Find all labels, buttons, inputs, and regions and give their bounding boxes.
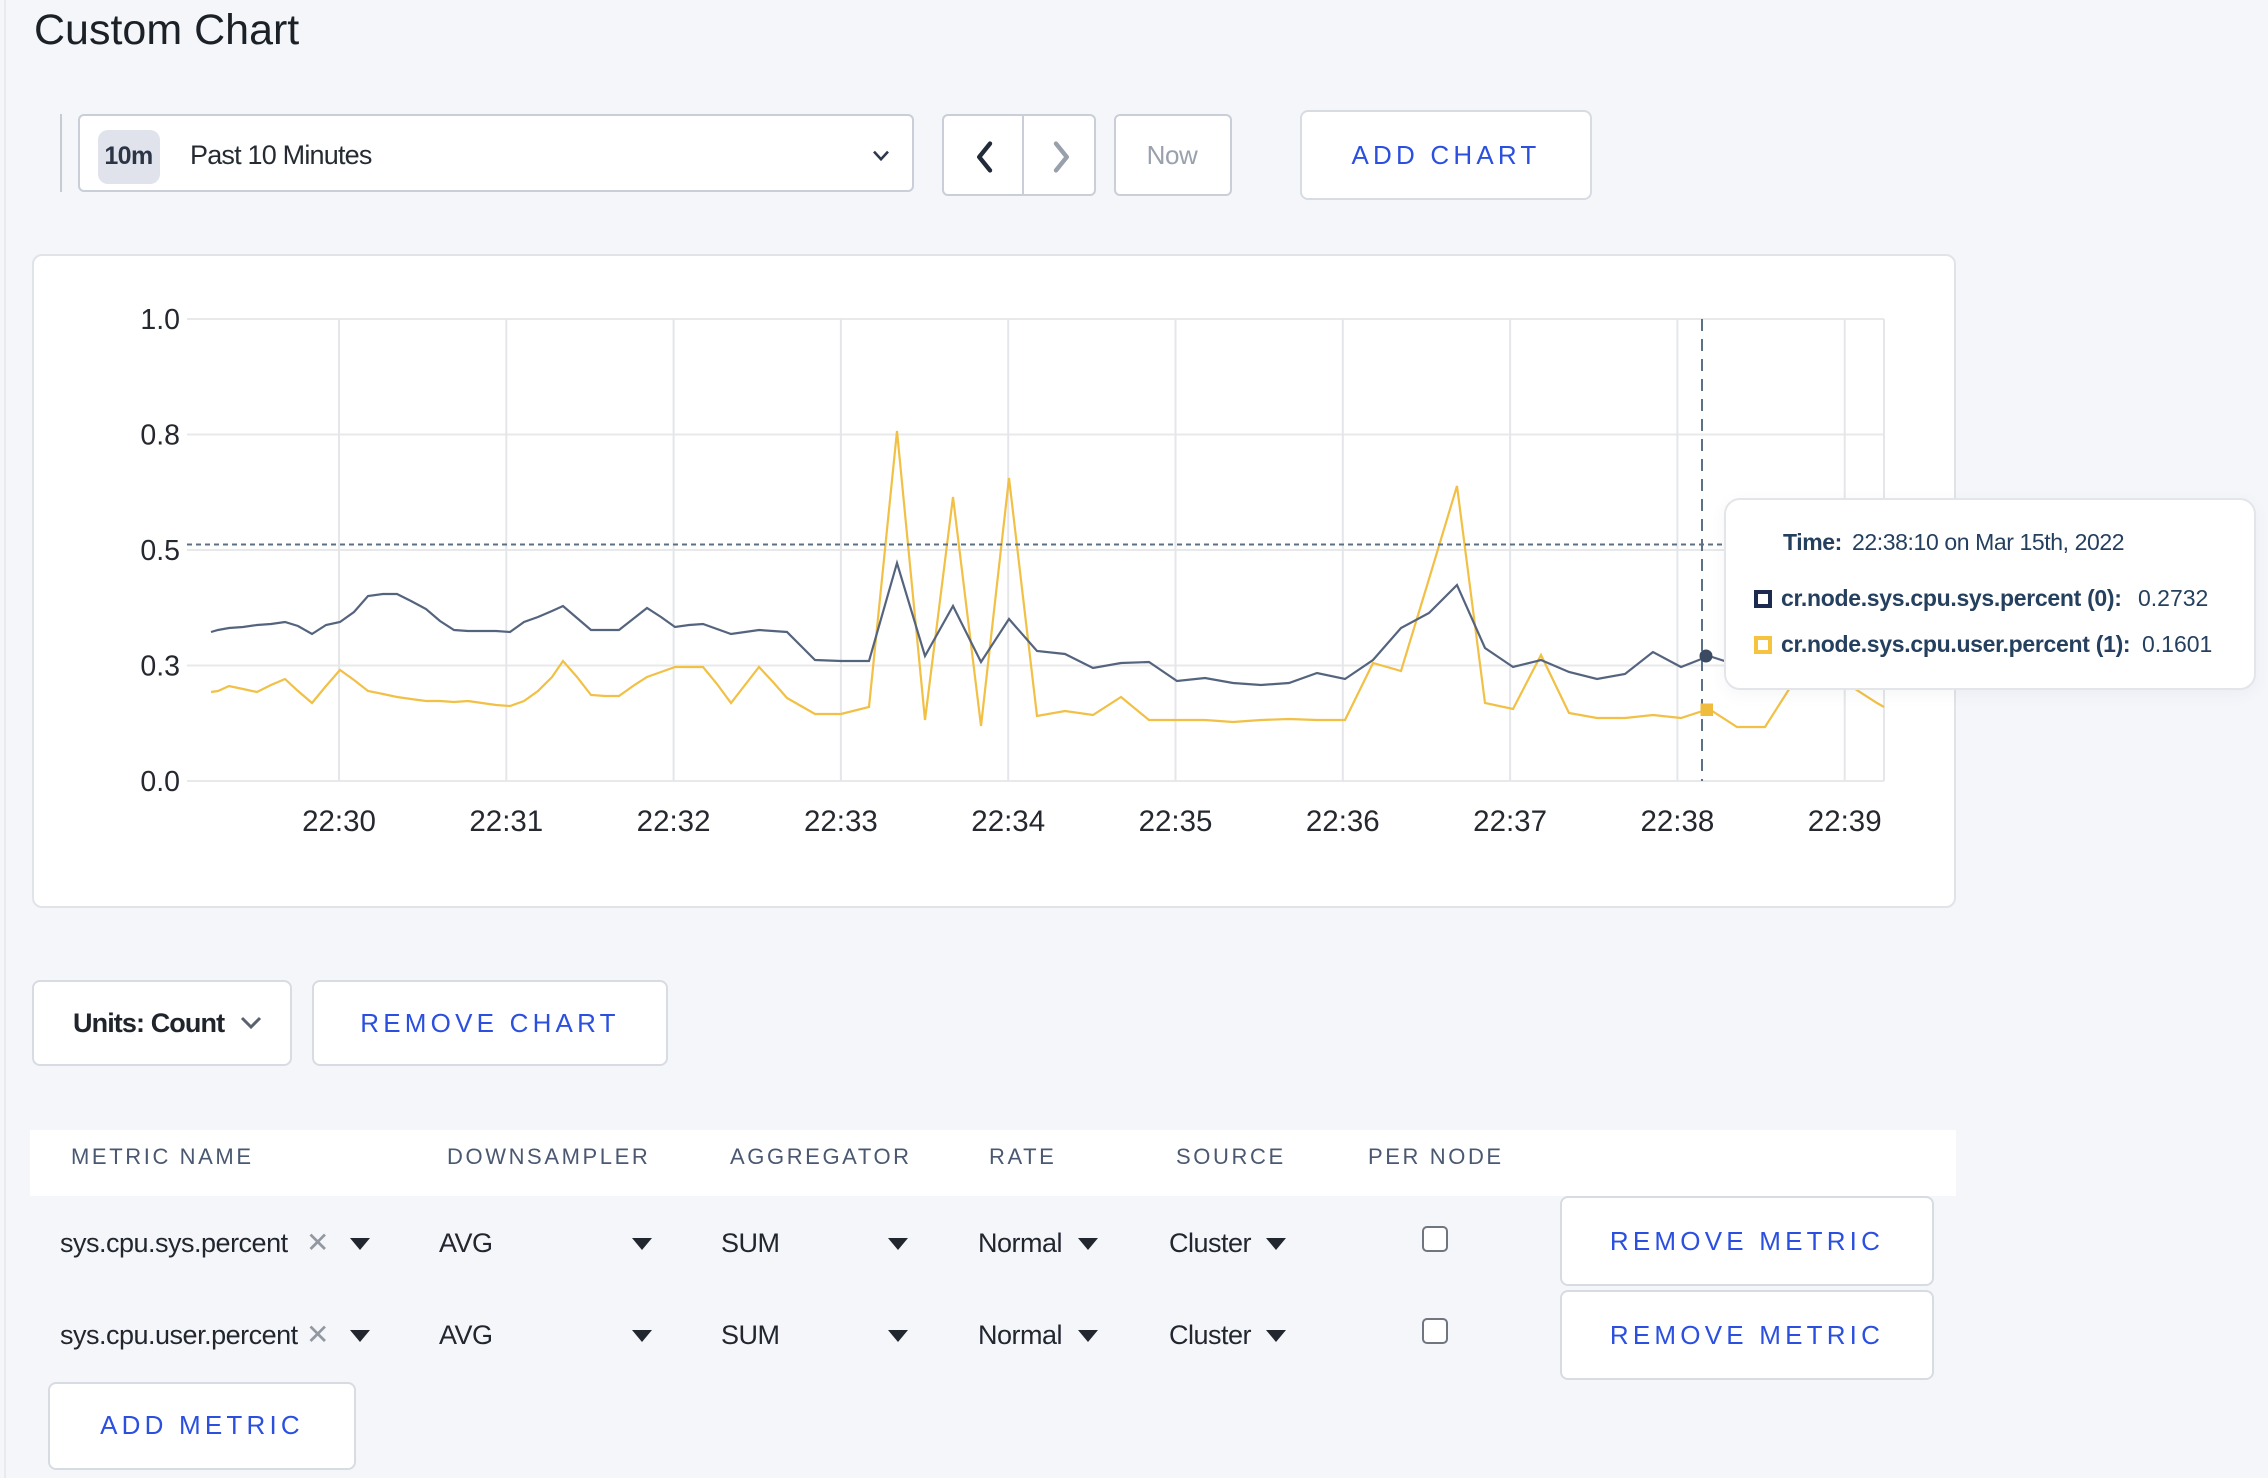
svg-text:22:30: 22:30	[302, 804, 376, 837]
svg-text:22:31: 22:31	[469, 804, 543, 837]
svg-text:22:37: 22:37	[1473, 804, 1547, 837]
svg-text:22:35: 22:35	[1139, 804, 1213, 837]
svg-text:0.8: 0.8	[140, 419, 180, 451]
svg-text:22:33: 22:33	[804, 804, 878, 837]
svg-text:0.0: 0.0	[140, 765, 180, 797]
svg-text:22:36: 22:36	[1306, 804, 1380, 837]
svg-text:0.5: 0.5	[140, 534, 180, 566]
svg-text:0.3: 0.3	[140, 650, 180, 682]
svg-text:1.0: 1.0	[140, 303, 180, 335]
svg-text:22:34: 22:34	[971, 804, 1045, 837]
svg-text:22:38: 22:38	[1640, 804, 1714, 837]
svg-text:22:32: 22:32	[637, 804, 711, 837]
svg-text:22:39: 22:39	[1808, 804, 1882, 837]
